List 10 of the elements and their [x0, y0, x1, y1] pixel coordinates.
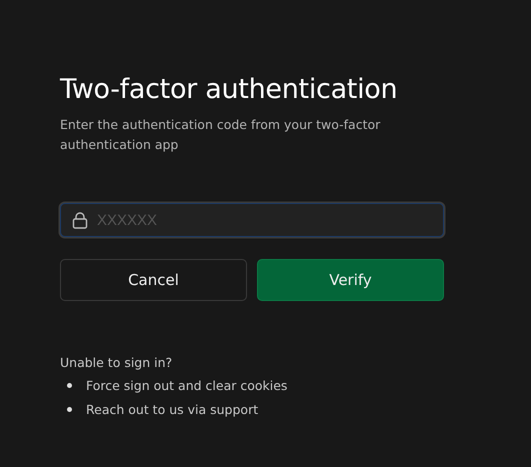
cancel-button[interactable]: Cancel — [60, 259, 247, 301]
lock-icon — [72, 212, 88, 229]
verify-button[interactable]: Verify — [257, 259, 444, 301]
help-link[interactable]: Reach out to us via support — [86, 402, 258, 416]
help-link[interactable]: Force sign out and clear cookies — [86, 378, 288, 392]
dialog-title: Two-factor authentication — [60, 74, 398, 105]
help-heading: Unable to sign in? — [60, 355, 174, 370]
bullet-icon — [67, 382, 72, 388]
bullet-icon — [67, 406, 72, 412]
description-text: Enter the authentication code from your two-factor authentication app — [60, 116, 382, 154]
